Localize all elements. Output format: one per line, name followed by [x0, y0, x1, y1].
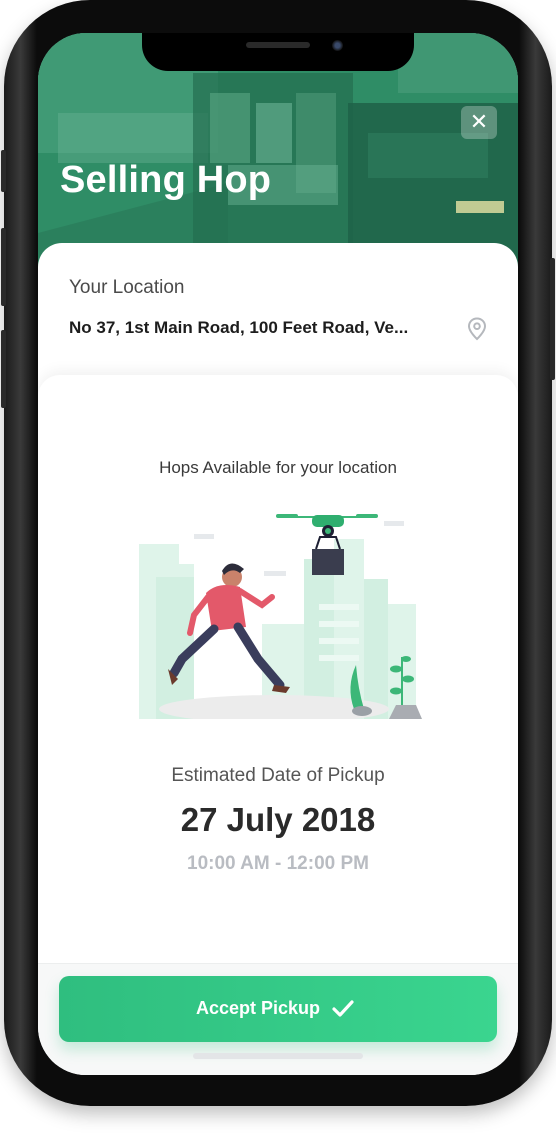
pickup-time: 10:00 AM - 12:00 PM: [187, 853, 369, 874]
side-button-volume-up: [1, 228, 6, 306]
location-value[interactable]: No 37, 1st Main Road, 100 Feet Road, Ve.…: [69, 318, 459, 338]
phone-notch: [142, 33, 414, 71]
home-indicator[interactable]: [193, 1053, 363, 1059]
page-title: Selling Hop: [60, 159, 272, 201]
availability-text: Hops Available for your location: [159, 458, 397, 477]
pickup-date: 27 July 2018: [180, 801, 376, 838]
location-label: Your Location: [69, 277, 185, 298]
side-button-mute: [1, 150, 6, 192]
drone-delivery-illustration: [139, 514, 422, 719]
side-button-power: [550, 258, 555, 380]
close-button[interactable]: ✕: [461, 106, 497, 139]
side-button-volume-down: [1, 330, 6, 408]
speaker-grille: [246, 42, 310, 48]
location-pin-icon[interactable]: [467, 317, 487, 341]
checkmark-icon: [332, 1000, 354, 1017]
accept-pickup-button[interactable]: Accept Pickup: [59, 976, 497, 1042]
front-camera: [332, 40, 343, 51]
close-icon: ✕: [469, 110, 489, 135]
accept-pickup-label: Accept Pickup: [195, 998, 321, 1018]
pickup-date-label: Estimated Date of Pickup: [171, 765, 385, 786]
app-screen: ✕ Selling Hop Your Location No 37, 1st M…: [38, 33, 518, 1075]
